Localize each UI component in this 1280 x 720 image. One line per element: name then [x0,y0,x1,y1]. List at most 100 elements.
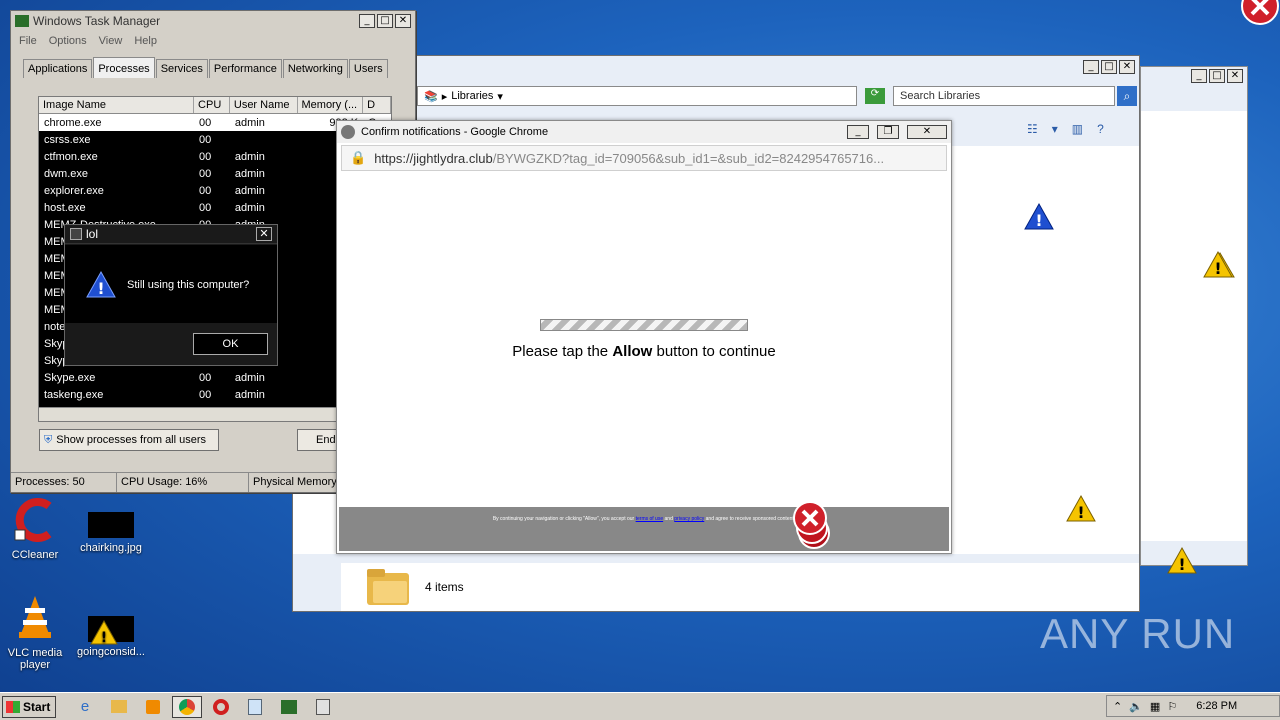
process-cpu: 00 [199,184,212,197]
column-description[interactable]: D [363,97,391,113]
lol-titlebar[interactable]: lol ✕ [65,225,277,244]
process-cpu: 00 [199,167,212,180]
dialog-title: lol [86,227,99,241]
shield-icon: ⛨ [44,433,53,446]
restore-button[interactable]: ❐ [877,125,899,139]
lock-icon: 🔒 [350,150,367,165]
url-bar[interactable]: 🔒 https://jightlydra.club/BYWGZKD?tag_id… [341,145,947,171]
svg-text:!: ! [1178,555,1185,574]
minimize-button[interactable]: _ [1083,60,1099,74]
calculator-icon[interactable] [308,696,338,718]
chrome-popup-window[interactable]: Confirm notifications - Google Chrome _ … [336,120,952,554]
tab-applications[interactable]: Applications [23,59,93,78]
column-cpu[interactable]: CPU [194,97,230,113]
chevron-down-icon[interactable]: ▾ [1052,122,1058,136]
tab-processes[interactable]: Processes [93,57,155,78]
close-button[interactable]: ✕ [1227,69,1243,83]
process-name: Skype.exe [44,371,96,384]
desktop-icon-label: goingconsid... [77,646,145,658]
chrome-icon [341,125,355,139]
explorer-window-back[interactable]: _ □ ✕ ! [1140,66,1248,566]
status-cpu: CPU Usage: 16% [117,473,249,492]
process-user: admin [234,167,265,180]
network-icon[interactable]: ▦ [1150,700,1160,713]
items-count: 4 items [425,580,464,594]
desktop-icon-ccleaner[interactable]: CCleaner [0,498,70,561]
tab-services[interactable]: Services [155,59,208,78]
show-hidden-icons-icon[interactable]: ⌃ [1113,700,1122,713]
svg-text:!: ! [1214,259,1221,278]
minimize-button[interactable]: _ [359,14,375,28]
process-user: admin [234,388,265,401]
clock[interactable]: 6:28 PM [1196,700,1237,712]
windows-logo-icon [6,700,20,713]
menu-help[interactable]: Help [134,35,157,47]
tab-strip: Applications Processes Services Performa… [23,57,389,78]
help-icon[interactable]: ? [1097,122,1104,136]
desktop-icon-label: chairking.jpg [80,542,142,554]
lol-dialog[interactable]: lol ✕ ! Still using this computer? OK [64,224,278,366]
privacy-link[interactable]: privacy policy [674,516,704,522]
folder-icon [367,569,409,605]
maximize-button[interactable]: □ [377,14,393,28]
menu-bar: File Options View Help [11,31,415,51]
desktop-icon-chairking[interactable]: chairking.jpg [76,512,146,554]
ie-icon[interactable]: e [70,696,100,718]
preview-pane-icon[interactable]: ▥ [1072,122,1083,136]
task-manager-titlebar[interactable]: Windows Task Manager _ □ ✕ [11,11,415,31]
explorer-back-content [1141,111,1247,541]
terms-link[interactable]: terms of use [636,516,664,522]
close-button[interactable]: ✕ [256,227,272,241]
chrome-titlebar[interactable]: Confirm notifications - Google Chrome _ … [337,121,951,143]
ok-button[interactable]: OK [193,333,268,355]
breadcrumb[interactable]: Libraries [451,90,493,102]
window-title: Confirm notifications - Google Chrome [361,126,549,138]
search-input[interactable]: Search Libraries [893,86,1115,106]
volume-icon[interactable]: 🔈 [1129,700,1143,713]
system-tray: ⌃ 🔈 ▦ ⚐ 6:28 PM [1106,695,1280,717]
tab-performance[interactable]: Performance [208,59,282,78]
opera-icon[interactable] [206,696,236,718]
chrome-taskbar-icon[interactable] [172,695,202,718]
column-image-name[interactable]: Image Name [39,97,195,113]
start-button[interactable]: Start [2,695,56,718]
warning-icon: ! [86,270,116,298]
warning-icon: ! [1066,494,1096,522]
minimize-button[interactable]: _ [1191,69,1207,83]
media-player-icon[interactable] [138,696,168,718]
close-button[interactable]: ✕ [1119,60,1135,74]
minimize-button[interactable]: _ [847,125,869,139]
warning-icon: ! [1024,202,1054,230]
show-all-processes-button[interactable]: ⛨ Show processes from all users [39,429,219,451]
notepad-icon[interactable] [240,696,270,718]
desktop-icon-label: CCleaner [11,549,59,561]
task-manager-taskbar-icon[interactable] [274,696,304,718]
app-icon [70,228,82,240]
column-memory[interactable]: Memory (... [298,97,364,113]
close-button[interactable]: ✕ [395,14,411,28]
image-file-icon: ! [88,616,134,646]
menu-view[interactable]: View [99,35,123,47]
explorer-icon[interactable] [104,696,134,718]
action-center-flag-icon[interactable]: ⚐ [1167,700,1177,713]
svg-text:!: ! [97,279,104,298]
show-all-label: Show processes from all users [56,434,207,446]
process-name: host.exe [44,201,86,214]
address-bar[interactable]: 📚 ▸ Libraries ▾ [417,86,857,106]
process-name: taskeng.exe [44,388,104,401]
close-button[interactable]: ✕ [907,125,947,139]
menu-file[interactable]: File [19,35,37,47]
view-options-icon[interactable]: ☷ [1027,122,1038,136]
maximize-button[interactable]: □ [1101,60,1117,74]
tab-users[interactable]: Users [348,59,388,78]
process-user: admin [234,184,265,197]
desktop-icon-vlc[interactable]: VLC media player [0,594,70,671]
process-cpu: 00 [199,116,212,129]
menu-options[interactable]: Options [49,35,87,47]
desktop-icon-goingconsid[interactable]: ! goingconsid... [76,616,146,658]
column-user-name[interactable]: User Name [230,97,298,113]
search-icon[interactable]: ⌕ [1117,86,1137,106]
tab-networking[interactable]: Networking [282,59,348,78]
refresh-icon[interactable]: ⟳ [865,88,885,104]
maximize-button[interactable]: □ [1209,69,1225,83]
